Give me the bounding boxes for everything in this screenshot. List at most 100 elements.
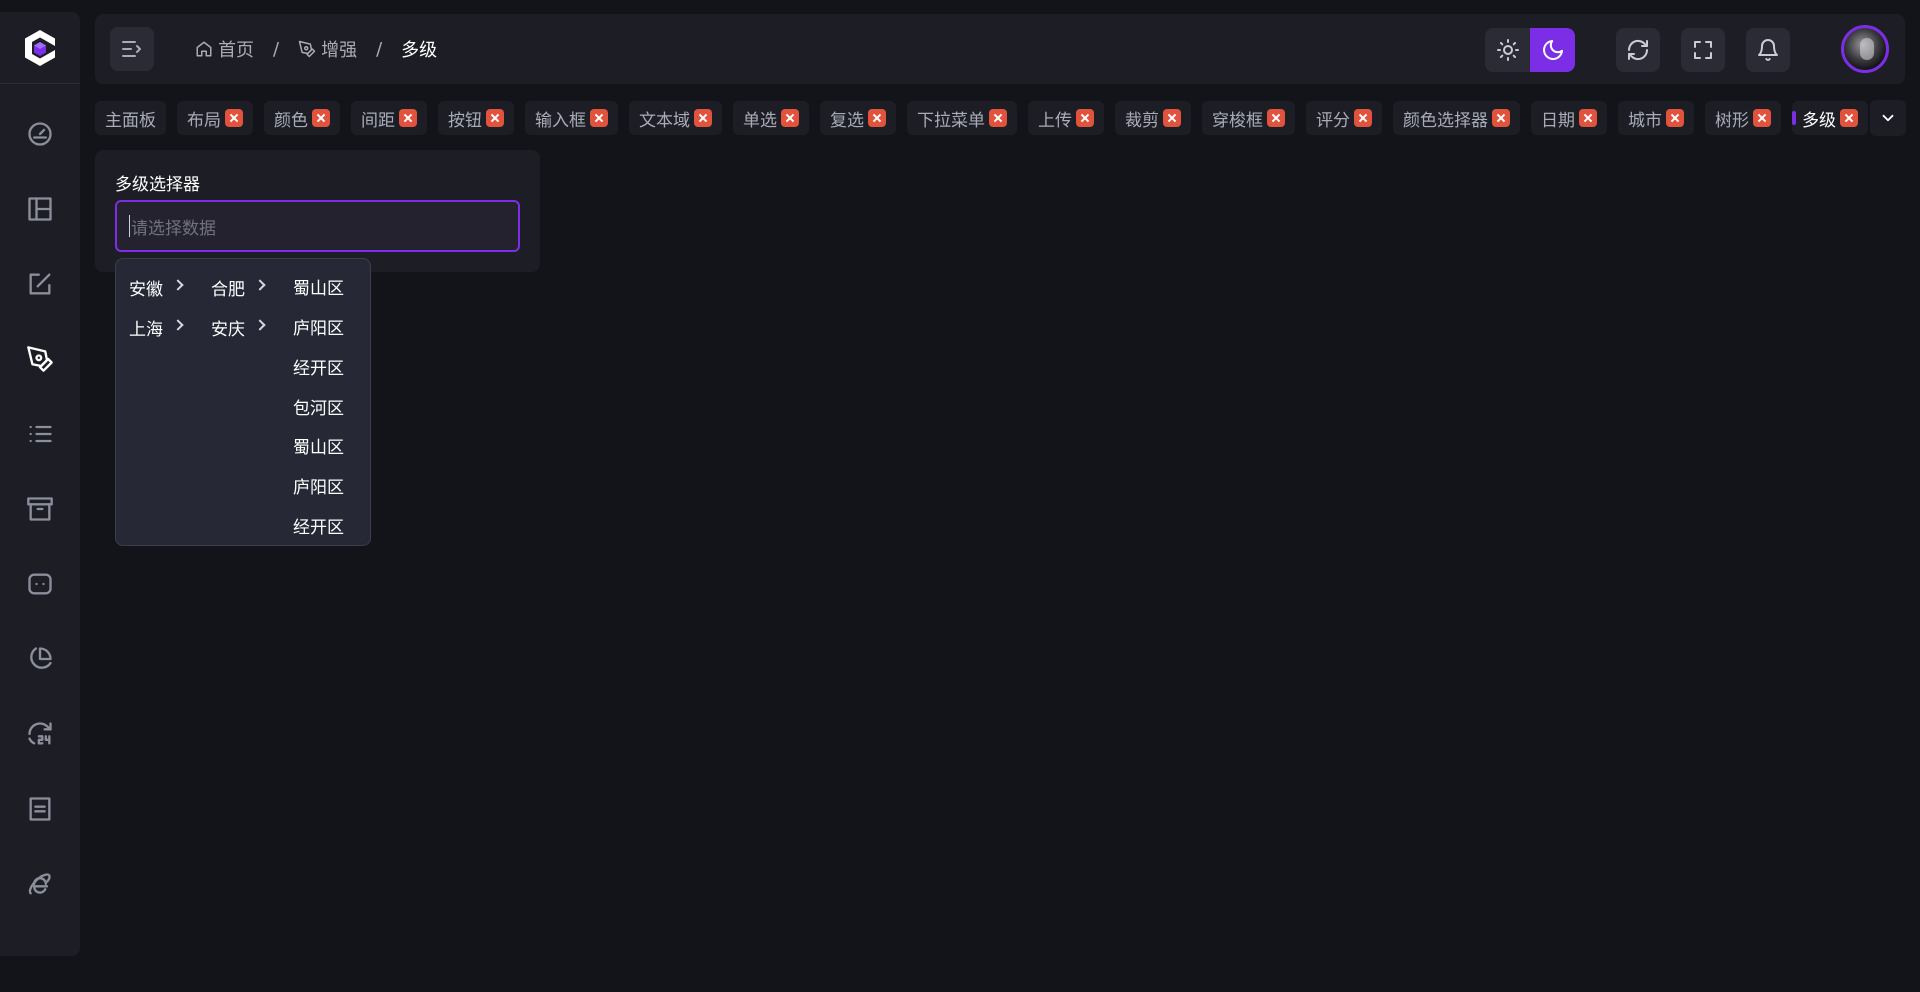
cascader-option-district[interactable]: 经开区 xyxy=(280,346,370,386)
chevron-right-icon xyxy=(172,319,184,331)
tab-13[interactable]: 评分 xyxy=(1306,101,1382,135)
cascader-option-district[interactable]: 蜀山区 xyxy=(280,267,370,307)
close-tab-icon[interactable] xyxy=(1267,109,1285,127)
close-tab-icon[interactable] xyxy=(694,109,712,127)
cascader-option-label: 包河区 xyxy=(293,398,344,419)
sidebar-item-dashboard[interactable] xyxy=(12,96,68,171)
breadcrumb-separator: / xyxy=(273,38,280,60)
tab-label: 裁剪 xyxy=(1125,110,1159,131)
tab-5[interactable]: 输入框 xyxy=(525,101,618,135)
fullscreen-button[interactable] xyxy=(1681,28,1725,72)
tab-9[interactable]: 下拉菜单 xyxy=(907,101,1017,135)
tab-label: 单选 xyxy=(743,110,777,131)
tabs-more-button[interactable] xyxy=(1870,100,1906,136)
cascader-option-city[interactable]: 安庆 xyxy=(198,307,280,347)
sidebar-item-archive[interactable] xyxy=(12,471,68,546)
top-bar: 首页 / 增强 / 多级 xyxy=(95,14,1905,84)
tab-2[interactable]: 颜色 xyxy=(264,101,340,135)
card-title: 多级选择器 xyxy=(115,175,200,195)
sidebar-item-edit[interactable] xyxy=(12,246,68,321)
dark-theme-button[interactable] xyxy=(1530,28,1575,72)
sidebar-nav xyxy=(0,84,80,921)
close-tab-icon[interactable] xyxy=(399,109,417,127)
breadcrumb-label: 增强 xyxy=(321,40,358,61)
user-avatar[interactable] xyxy=(1841,25,1889,73)
sidebar-item-layout[interactable] xyxy=(12,171,68,246)
tab-1[interactable]: 布局 xyxy=(177,101,253,135)
brand-logo[interactable] xyxy=(0,12,80,84)
moon-icon xyxy=(1542,40,1563,60)
cascader-option-label: 蜀山区 xyxy=(293,279,344,300)
tab-label: 下拉菜单 xyxy=(917,110,985,131)
refresh-button[interactable] xyxy=(1616,28,1660,72)
close-tab-icon[interactable] xyxy=(590,109,608,127)
breadcrumb-label: 首页 xyxy=(218,40,254,61)
close-tab-icon[interactable] xyxy=(312,109,330,127)
tab-6[interactable]: 文本域 xyxy=(629,101,722,135)
tab-16[interactable]: 城市 xyxy=(1618,101,1694,135)
close-tab-icon[interactable] xyxy=(1666,109,1684,127)
sidebar-item-24h[interactable] xyxy=(12,696,68,771)
sidebar-item-document[interactable] xyxy=(12,771,68,846)
cascader-option-city[interactable]: 合肥 xyxy=(198,267,280,307)
close-tab-icon[interactable] xyxy=(1579,109,1597,127)
tab-3[interactable]: 间距 xyxy=(351,101,427,135)
light-theme-button[interactable] xyxy=(1485,28,1530,72)
close-tab-icon[interactable] xyxy=(486,109,504,127)
close-tab-icon[interactable] xyxy=(1753,109,1771,127)
tabs-bar: 主面板 布局 颜色 间距 按钮 输入框 文本域 单选 复选 下拉菜单 上传 裁剪 穿梭框 评分 颜色选择器 日… xyxy=(95,100,1868,136)
close-tab-icon[interactable] xyxy=(989,109,1007,127)
breadcrumb-home[interactable]: 首页 xyxy=(195,36,254,62)
sun-icon xyxy=(1496,39,1519,61)
sidebar-item-chart[interactable] xyxy=(12,621,68,696)
sidebar-item-enhance[interactable] xyxy=(12,321,68,396)
tab-label: 文本域 xyxy=(639,110,690,131)
text-caret xyxy=(129,215,130,237)
cascader-option-province[interactable]: 安徽 xyxy=(116,267,198,307)
cascader-option-district[interactable]: 经开区 xyxy=(280,505,370,545)
cascader-input[interactable]: 请选择数据 xyxy=(115,200,520,252)
breadcrumb-label: 多级 xyxy=(401,40,438,61)
close-tab-icon[interactable] xyxy=(1076,109,1094,127)
close-tab-icon[interactable] xyxy=(225,109,243,127)
sidebar-item-browser[interactable] xyxy=(12,846,68,921)
tab-10[interactable]: 上传 xyxy=(1028,101,1104,135)
tab-12[interactable]: 穿梭框 xyxy=(1202,101,1295,135)
tab-18[interactable]: 多级 xyxy=(1792,101,1868,135)
close-tab-icon[interactable] xyxy=(1163,109,1181,127)
chevron-down-icon xyxy=(1882,114,1894,122)
collapse-sidebar-button[interactable] xyxy=(110,27,154,71)
notifications-button[interactable] xyxy=(1746,28,1790,72)
tab-label: 输入框 xyxy=(535,110,586,131)
cascader-option-district[interactable]: 蜀山区 xyxy=(280,426,370,466)
tab-8[interactable]: 复选 xyxy=(820,101,896,135)
close-tab-icon[interactable] xyxy=(868,109,886,127)
tab-14[interactable]: 颜色选择器 xyxy=(1393,101,1520,135)
close-tab-icon[interactable] xyxy=(1840,109,1858,127)
cascader-option-label: 庐阳区 xyxy=(293,477,344,498)
cascader-option-district[interactable]: 庐阳区 xyxy=(280,307,370,347)
sidebar-item-list[interactable] xyxy=(12,396,68,471)
cascader-card: 多级选择器 请选择数据 xyxy=(95,150,540,272)
theme-toggle xyxy=(1485,28,1575,72)
sidebar-item-bot[interactable] xyxy=(12,546,68,621)
active-tab-indicator xyxy=(1792,111,1796,125)
home-icon xyxy=(196,41,212,57)
tab-4[interactable]: 按钮 xyxy=(438,101,514,135)
cascader-option-province[interactable]: 上海 xyxy=(116,307,198,347)
cascader-dropdown: 安徽 上海 合肥 安庆 蜀山区 庐阳区 经开区 包河区 蜀山区 庐阳区 经开区 xyxy=(115,258,371,546)
tab-15[interactable]: 日期 xyxy=(1531,101,1607,135)
tab-7[interactable]: 单选 xyxy=(733,101,809,135)
close-tab-icon[interactable] xyxy=(1492,109,1510,127)
tab-0[interactable]: 主面板 xyxy=(95,101,166,135)
tab-label: 城市 xyxy=(1628,110,1662,131)
tab-label: 日期 xyxy=(1541,110,1575,131)
tab-label: 间距 xyxy=(361,110,395,131)
breadcrumb-enhance[interactable]: 增强 xyxy=(298,36,357,62)
close-tab-icon[interactable] xyxy=(1354,109,1372,127)
tab-17[interactable]: 树形 xyxy=(1705,101,1781,135)
cascader-option-district[interactable]: 包河区 xyxy=(280,386,370,426)
tab-11[interactable]: 裁剪 xyxy=(1115,101,1191,135)
close-tab-icon[interactable] xyxy=(781,109,799,127)
cascader-option-district[interactable]: 庐阳区 xyxy=(280,466,370,506)
